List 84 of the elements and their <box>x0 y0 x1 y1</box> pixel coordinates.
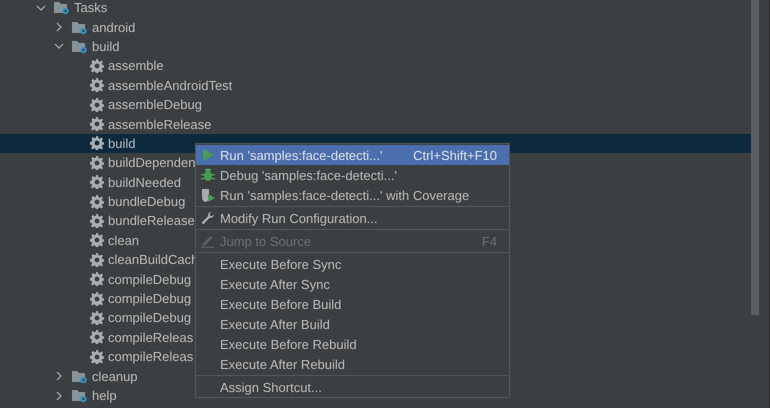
tree-item[interactable]: build <box>72 135 136 152</box>
chevron-down-icon[interactable] <box>54 41 64 52</box>
gear-icon <box>90 136 104 150</box>
tree-item[interactable]: help <box>54 388 117 404</box>
gear-icon <box>90 292 104 306</box>
gear-icon <box>90 175 104 190</box>
pencil-icon <box>201 234 215 248</box>
gear-icon <box>90 98 104 112</box>
tree-item-label: buildDependen <box>108 155 196 170</box>
folder-gear-icon <box>72 368 88 384</box>
tree-item-label: assembleAndroidTest <box>108 78 232 93</box>
tree-item[interactable]: assembleAndroidTest <box>72 77 232 94</box>
tree-item-label: assembleRelease <box>108 116 212 132</box>
tree-item-label: clean <box>108 232 140 248</box>
tree-item-label: help <box>92 388 117 403</box>
gear-icon <box>90 310 104 325</box>
tree-item-label: compileDebug <box>108 310 192 326</box>
tree-item-label: compileReleas <box>108 330 194 345</box>
tree-item[interactable]: clean <box>72 232 140 248</box>
menu-item[interactable]: Execute After Build <box>196 314 509 334</box>
gear-icon <box>90 350 104 364</box>
menu-item[interactable]: Execute Before Sync <box>196 254 509 274</box>
menu-item[interactable]: Modify Run Configuration... <box>196 208 509 228</box>
tree-item-label: assembleDebug <box>108 97 202 112</box>
tree-item[interactable]: compileReleas <box>72 329 194 346</box>
play-icon <box>202 148 214 162</box>
tree-item[interactable]: cleanup <box>54 368 138 384</box>
tree-item-label: build <box>92 38 120 54</box>
gear-icon <box>90 214 104 228</box>
menu-item[interactable]: Debug 'samples:face-detecti...' <box>196 165 509 185</box>
chevron-right-icon[interactable] <box>54 390 64 400</box>
tree-item[interactable]: cleanBuildCach <box>72 252 198 268</box>
menu-item[interactable]: Run 'samples:face-detecti...' with Coverage <box>196 185 509 205</box>
tree-item[interactable]: bundleDebug <box>72 194 186 210</box>
tree-item[interactable]: assembleDebug <box>72 96 202 113</box>
tree-item[interactable]: compileDebug <box>72 271 192 288</box>
menu-item[interactable]: Execute Before Build <box>196 294 509 314</box>
tree-item[interactable]: bundleRelease <box>72 212 195 229</box>
tree-item-label: bundleRelease <box>108 213 195 228</box>
folder-gear-icon <box>72 388 88 403</box>
bug-icon <box>201 168 215 182</box>
tree-item-label: android <box>92 20 136 35</box>
tree-item-label: cleanBuildCach <box>108 252 198 268</box>
tree-item-label: compileReleas <box>108 349 194 364</box>
menu-item[interactable]: Execute After Rebuild <box>196 354 509 374</box>
menu-item[interactable]: Execute Before Rebuild <box>196 334 509 354</box>
tree-item[interactable]: compileReleas <box>72 348 194 365</box>
tree-item[interactable]: assembleRelease <box>72 116 212 132</box>
chevron-right-icon[interactable] <box>54 371 64 382</box>
gear-icon <box>90 272 104 286</box>
tree-item-label: assemble <box>108 58 164 74</box>
tree-item-label: Tasks <box>74 0 108 16</box>
tree-item[interactable]: compileDebug <box>72 290 192 307</box>
tree-item-label: compileDebug <box>108 272 192 287</box>
tree-item-label: compileDebug <box>108 291 192 306</box>
gear-icon <box>90 252 104 267</box>
chevron-down-icon[interactable] <box>36 2 46 13</box>
gear-icon <box>90 233 104 248</box>
gear-icon <box>90 330 104 344</box>
tree-item-label: build <box>108 136 136 151</box>
tree-item[interactable]: android <box>54 19 136 36</box>
menu-item[interactable]: Run 'samples:face-detecti...' Ctrl+Shift+F10 <box>196 145 509 165</box>
gear-icon <box>90 78 104 92</box>
tree-item-label: bundleDebug <box>108 194 186 210</box>
menu-item[interactable]: Execute After Sync <box>196 274 509 294</box>
tree-item[interactable]: assemble <box>72 58 164 74</box>
gear-icon <box>90 117 104 132</box>
folder-gear-icon <box>72 20 88 35</box>
wrench-icon <box>201 211 215 225</box>
tree-item[interactable]: Tasks <box>36 0 108 16</box>
tree-item-label: buildNeeded <box>108 174 182 190</box>
scrollbar[interactable] <box>751 0 759 315</box>
tree-item[interactable]: buildNeeded <box>72 174 182 190</box>
chevron-right-icon[interactable] <box>54 22 64 32</box>
tree-item[interactable]: build <box>54 38 120 54</box>
tree-item-label: cleanup <box>92 368 138 384</box>
shield-play-icon <box>200 188 216 202</box>
gear-icon <box>90 156 104 170</box>
folder-gear-icon <box>72 38 88 54</box>
tree-item[interactable]: buildDependen <box>72 154 196 171</box>
menu-item[interactable]: Assign Shortcut... <box>196 377 509 397</box>
tree-item[interactable]: compileDebug <box>72 310 192 326</box>
gear-icon <box>90 58 104 73</box>
gear-icon <box>90 194 104 209</box>
